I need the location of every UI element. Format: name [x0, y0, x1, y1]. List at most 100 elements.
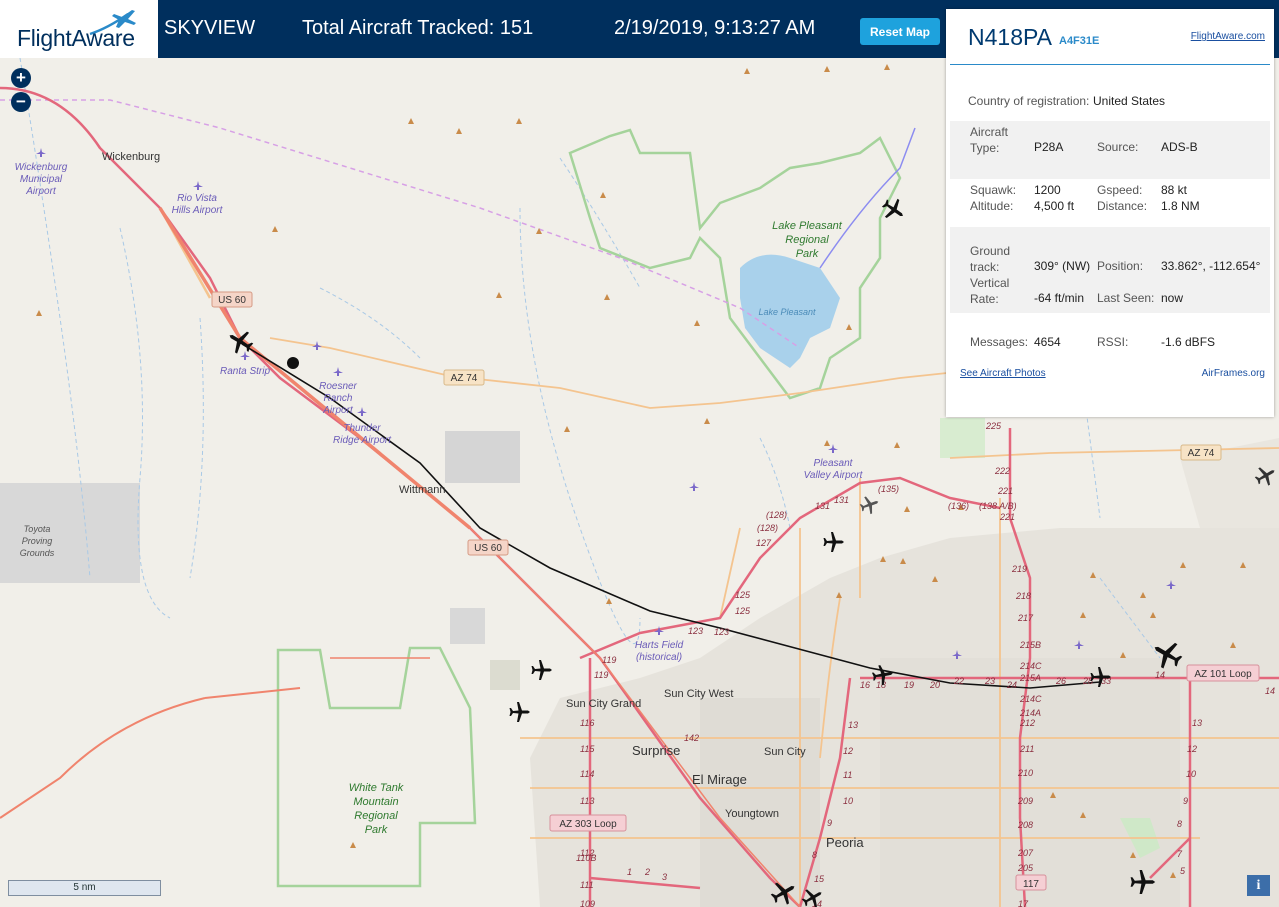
flightaware-link[interactable]: FlightAware.com	[1191, 31, 1265, 42]
exit-number-label: 3	[662, 872, 667, 882]
squawk-value: 1200	[1034, 183, 1061, 197]
grey-block	[490, 660, 520, 690]
datetime: 2/19/2019, 9:13:27 AM	[614, 17, 816, 39]
road-shield: AZ 74	[1188, 448, 1215, 459]
exit-number-label: 210	[1017, 768, 1033, 778]
airport-label: Thunder	[343, 423, 381, 434]
exit-number-label: 212	[1019, 718, 1035, 728]
park-label: White Tank	[349, 782, 404, 794]
exit-number-label: 9	[827, 818, 832, 828]
area-label: Proving	[22, 536, 53, 546]
exit-number-label: 22	[953, 676, 964, 686]
position-value: 33.862°, -112.654°	[1161, 259, 1261, 273]
exit-number-label: 125	[735, 590, 751, 600]
airport-label: Airport	[25, 186, 57, 197]
exit-number-label: 123	[688, 626, 703, 636]
aircraft-photos-link[interactable]: See Aircraft Photos	[960, 368, 1046, 379]
area-label: Toyota	[24, 524, 51, 534]
park-label: Mountain	[353, 796, 398, 808]
reset-map-button[interactable]: Reset Map	[860, 18, 940, 45]
exit-number-label: 26	[1055, 676, 1066, 686]
exit-number-label: 23	[984, 676, 995, 686]
aircraft-icon[interactable]	[858, 493, 881, 516]
last-seen-value: now	[1161, 291, 1184, 305]
aircraft-icon[interactable]	[878, 194, 909, 225]
airport-label: Rio Vista	[177, 193, 217, 204]
exit-number-label: 209	[1017, 796, 1033, 806]
flightaware-logo[interactable]: FlightAware	[0, 0, 158, 58]
messages-label: Messages:	[970, 335, 1029, 349]
town-label: El Mirage	[692, 772, 747, 787]
road-shield: AZ 101 Loop	[1194, 669, 1252, 680]
aircraft-icon[interactable]	[531, 660, 553, 680]
airport-label: Roesner	[319, 381, 357, 392]
altitude-label: Altitude:	[970, 199, 1014, 213]
aircraft-count: Total Aircraft Tracked: 151	[302, 17, 534, 39]
exit-number-label: 217	[1017, 613, 1034, 623]
last-seen-label: Last Seen:	[1097, 291, 1155, 305]
exit-number-label: 115	[580, 744, 595, 754]
exit-number-label: 221	[997, 486, 1013, 496]
lake-pleasant-park-boundary	[568, 128, 902, 400]
airport-label: Pleasant	[814, 458, 854, 469]
exit-number-label: 9	[1183, 796, 1188, 806]
exit-number-label: 17	[1018, 899, 1029, 907]
exit-number-label: 142	[684, 733, 699, 743]
exit-number-label: 24	[1006, 680, 1017, 690]
exit-number-label: 19	[904, 680, 914, 690]
zoom-out-button[interactable]: −	[11, 92, 31, 112]
airframes-link[interactable]: AirFrames.org	[1202, 368, 1265, 379]
town-label: Sun City West	[664, 688, 734, 700]
park-label: Park	[796, 248, 819, 260]
gspeed-label: Gspeed:	[1097, 183, 1143, 197]
exit-number-label: 8	[812, 850, 817, 860]
app-title: SKYVIEW	[164, 17, 256, 39]
gspeed-value: 88 kt	[1161, 183, 1188, 197]
park-label: Park	[365, 824, 388, 836]
airspace-boundary	[0, 99, 801, 349]
exit-number-label: (128)	[757, 523, 778, 533]
exit-number-label: 2	[644, 867, 650, 877]
distance-value: 1.8 NM	[1161, 199, 1200, 213]
aircraft-icon[interactable]	[823, 532, 845, 552]
distance-label: Distance:	[1097, 199, 1148, 213]
exit-number-label: 12	[843, 746, 853, 756]
town-label: Wickenburg	[102, 151, 160, 163]
messages-value: 4654	[1034, 335, 1061, 349]
aircraft-type-value: P28A	[1034, 140, 1064, 154]
proving-grounds-area	[0, 483, 140, 583]
town-label: Surprise	[632, 743, 680, 758]
exit-number-label: 16	[860, 680, 870, 690]
aircraft-icon[interactable]	[224, 325, 257, 358]
rssi-value: -1.6 dBFS	[1161, 335, 1216, 349]
town-label: Wittmann	[399, 484, 445, 496]
source-label: Source:	[1097, 140, 1139, 154]
exit-number-label: 20	[929, 680, 940, 690]
exit-number-label: 11	[843, 770, 852, 780]
squawk-label: Squawk:	[970, 183, 1017, 197]
town-label: Sun City Grand	[566, 698, 641, 710]
country-label: Country of registration:	[968, 94, 1090, 108]
exit-number-label: 123	[714, 627, 729, 637]
town-label: Youngtown	[725, 808, 779, 820]
park-label: Lake Pleasant	[772, 220, 843, 232]
zoom-in-button[interactable]: +	[11, 68, 31, 88]
exit-number-label: 119	[594, 670, 608, 680]
exit-number-label: 10	[1186, 769, 1196, 779]
exit-number-label: 205	[1017, 863, 1034, 873]
airport-label: Harts Field	[635, 640, 684, 651]
exit-number-label: 14	[1155, 670, 1165, 680]
exit-number-label: 116	[580, 718, 594, 728]
aircraft-type-label: Aircraft Type:	[970, 125, 1009, 155]
aircraft-icon[interactable]	[509, 702, 531, 722]
exit-number-label: 113	[580, 796, 594, 806]
exit-number-label: 18	[876, 680, 886, 690]
urban-areas	[530, 438, 1279, 907]
exit-number-label: 114	[580, 769, 594, 779]
exit-number-label: 214C	[1019, 661, 1042, 671]
info-icon[interactable]: i	[1247, 875, 1270, 896]
exit-number-label: 127	[756, 538, 772, 548]
road-shield: AZ 303 Loop	[559, 819, 617, 830]
exit-number-label: 8	[1177, 819, 1182, 829]
town-label: Peoria	[826, 835, 864, 850]
